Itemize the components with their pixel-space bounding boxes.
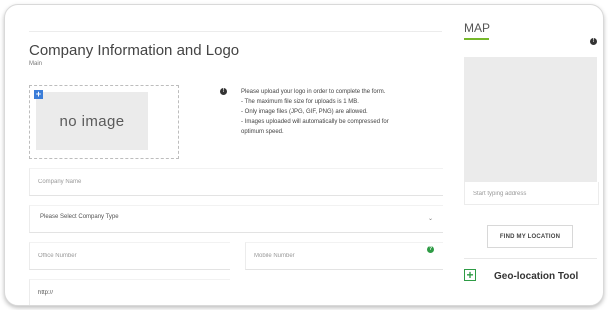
office-number-field-wrap [29,242,230,270]
company-name-input[interactable] [30,169,443,195]
page-subtitle: Main [29,61,43,67]
page-title: Company Information and Logo [29,42,240,59]
find-my-location-button[interactable]: FIND MY LOCATION [487,225,573,248]
map-title-underline [464,38,489,40]
website-field-wrap [29,279,230,305]
address-field-wrap [464,182,599,205]
app-frame: Company Information and Logo Main no ima… [4,4,604,306]
chevron-down-icon: ⌄ [427,216,433,222]
upload-info-line: optimum speed. [241,129,284,135]
plus-icon[interactable]: + [464,269,476,281]
map-canvas[interactable] [464,57,597,182]
website-input[interactable] [30,280,230,305]
info-icon[interactable]: ! [590,38,597,45]
map-title: MAP [464,21,491,35]
upload-info-line: - The maximum file size for uploads is 1… [241,99,359,105]
upload-info-line: Please upload your logo in order to comp… [241,89,386,95]
info-icon[interactable]: ! [220,88,227,95]
no-image-label: no image [59,112,125,130]
company-type-value: Please Select Company Type [40,214,119,220]
logo-preview: no image [36,92,148,150]
logo-upload-area[interactable]: no image + [29,85,179,159]
upload-instructions: Please upload your logo in order to comp… [241,87,441,137]
divider [29,31,442,32]
company-type-select[interactable]: Please Select Company Type ⌄ [29,205,443,233]
upload-plus-icon[interactable]: + [34,90,43,99]
mobile-number-input[interactable] [246,243,443,269]
help-icon[interactable]: ? [427,246,434,253]
mobile-number-field-wrap [245,242,443,270]
company-name-field-wrap [29,168,443,196]
upload-info-line: - Images uploaded will automatically be … [241,119,389,125]
upload-info-line: - Only image files (JPG, GIF, PNG) are a… [241,109,368,115]
geo-location-tool-label[interactable]: Geo-location Tool [494,271,578,282]
address-search-input[interactable] [465,183,598,205]
divider [464,258,597,259]
office-number-input[interactable] [30,243,230,269]
